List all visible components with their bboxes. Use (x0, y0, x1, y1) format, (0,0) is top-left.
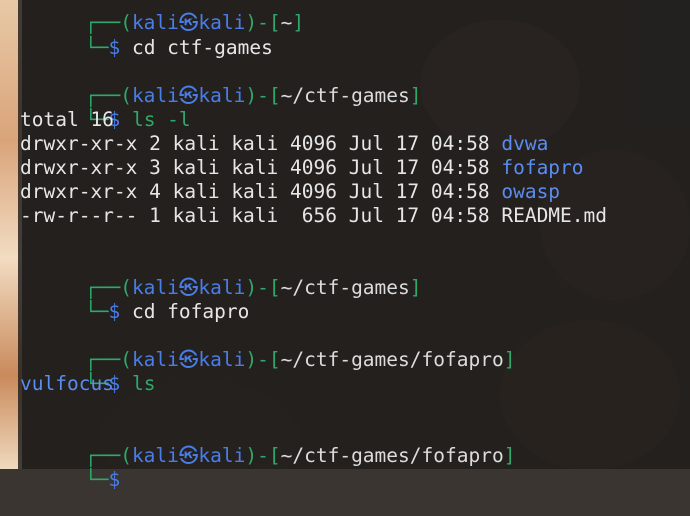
command-line: └─$ cd fofapro (84, 300, 250, 323)
listing-dir-name: dvwa (501, 132, 549, 155)
listing-dir-name: owasp (501, 180, 561, 203)
prompt-line: ┌──(kali㉿kali)-[~/ctf-games] (84, 276, 422, 299)
prompt-line: ┌──(kali㉿kali)-[~/ctf-games/fofapro] (84, 348, 516, 371)
command-line: └─$ ls (84, 372, 156, 395)
listing-meta: drwxr-xr-x 3 kali kali 4096 Jul 17 04:58 (20, 156, 502, 179)
prompt-host: kali (198, 444, 246, 467)
command-input-line[interactable]: └─$ (38, 444, 132, 491)
listing-file-name: README.md (501, 204, 608, 227)
listing-meta: drwxr-xr-x 2 kali kali 4096 Jul 17 04:58 (20, 132, 502, 155)
listing-meta: -rw-r--r-- 1 kali kali 656 Jul 17 04:58 (20, 204, 502, 227)
prompt-host: kali (198, 84, 246, 107)
listing-row: drwxr-xr-x 3 kali kali 4096 Jul 17 04:58… (20, 156, 584, 180)
listing-dir-name: fofapro (501, 156, 584, 179)
terminal-window[interactable]: ┌──(kali㉿kali)-[~] └─$ cd ctf-games ┌──(… (18, 0, 690, 491)
prompt-path: ~/ctf-games/fofapro (280, 444, 504, 467)
output-line: vulfocus (20, 372, 114, 395)
prompt-path: ~/ctf-games (280, 84, 410, 107)
prompt-user: kali (131, 444, 179, 467)
prompt-line: ┌──(kali㉿kali)-[~/ctf-games] (84, 84, 422, 107)
prompt-path: ~/ctf-games/fofapro (280, 348, 504, 371)
prompt-path: ~/ctf-games (280, 276, 410, 299)
output-line: total 16 (20, 108, 114, 131)
listing-row: -rw-r--r-- 1 kali kali 656 Jul 17 04:58 … (20, 204, 607, 228)
command-text: ls (131, 372, 156, 395)
prompt-host: kali (198, 348, 246, 371)
command-line: └─$ cd ctf-games (84, 36, 273, 59)
command-text: cd fofapro (131, 300, 250, 323)
command-text: ls -l (131, 108, 191, 131)
listing-row: drwxr-xr-x 2 kali kali 4096 Jul 17 04:58… (20, 132, 548, 156)
listing-row: drwxr-xr-x 4 kali kali 4096 Jul 17 04:58… (20, 180, 560, 204)
command-line: └─$ ls -l (84, 108, 191, 131)
command-text: cd ctf-games (131, 36, 273, 59)
prompt-line: ┌──(kali㉿kali)-[~/ctf-games/fofapro] (84, 444, 516, 467)
prompt-line-partial: ┌──(kali㉿kali)-[~] (84, 11, 305, 34)
listing-meta: drwxr-xr-x 4 kali kali 4096 Jul 17 04:58 (20, 180, 502, 203)
